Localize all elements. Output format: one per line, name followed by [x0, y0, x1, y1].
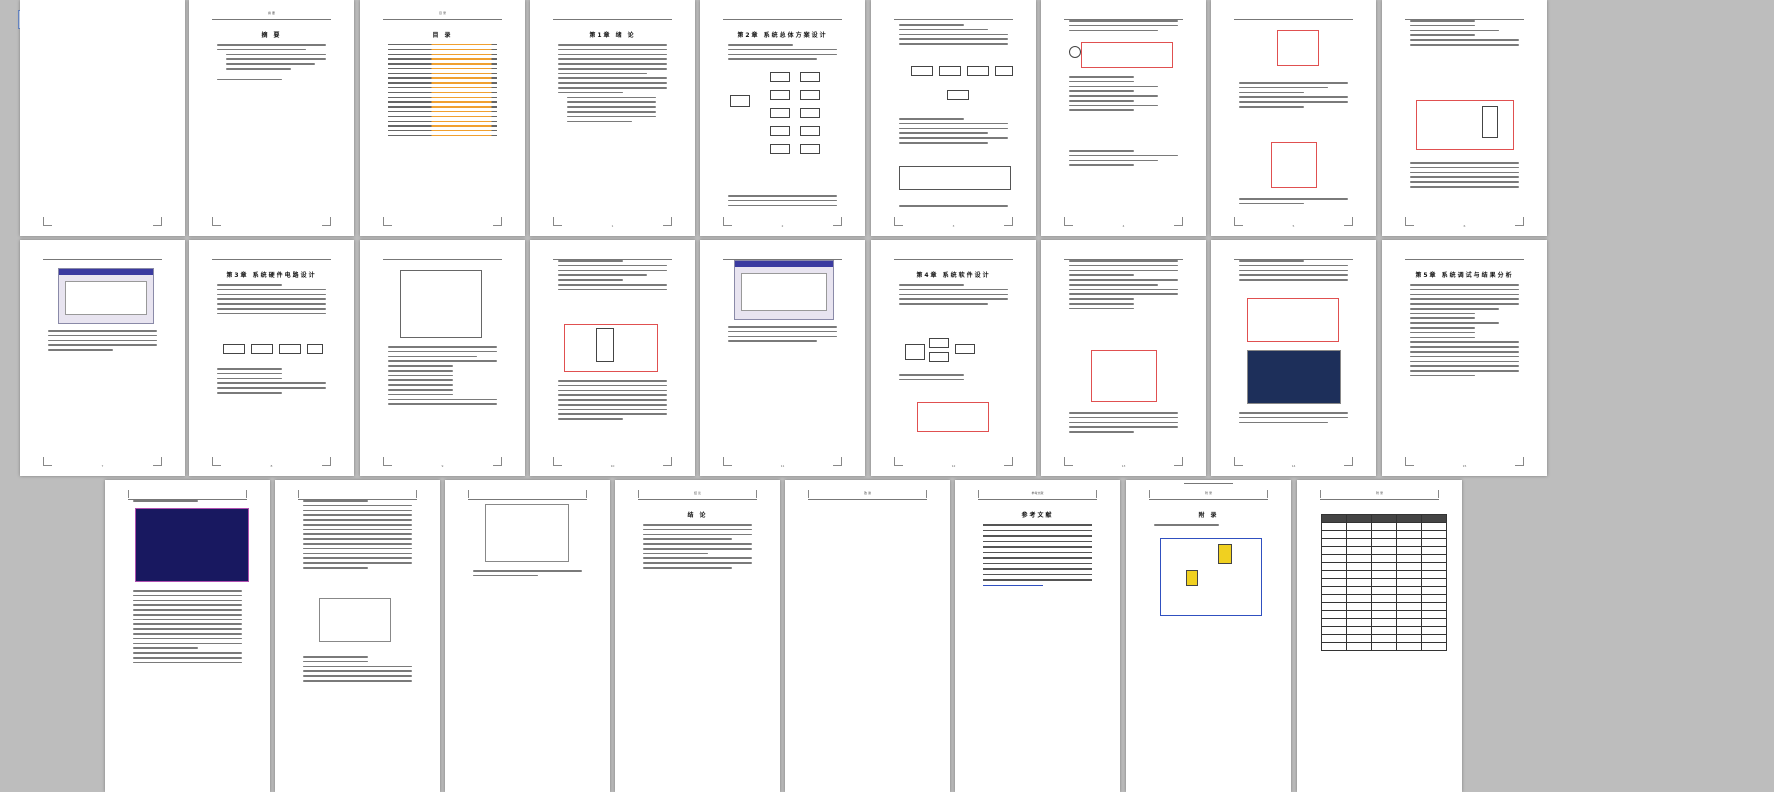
page-thumbnail[interactable]: [275, 480, 440, 792]
page-thumbnail[interactable]: 附 录 附 录: [1126, 480, 1291, 792]
page-thumbnail[interactable]: 结 论 结 论: [615, 480, 780, 792]
page-thumbnail[interactable]: [105, 480, 270, 792]
page-thumbnail[interactable]: 第5章 系统调试与结果分析 15: [1382, 240, 1547, 476]
page-header: 目 录: [439, 11, 446, 15]
page-thumbnail[interactable]: [20, 0, 185, 236]
page-thumbnail[interactable]: 4: [1041, 0, 1206, 236]
page-thumbnail[interactable]: 11: [700, 240, 865, 476]
page-header-rule: [212, 15, 331, 20]
page-thumbnail[interactable]: 摘 要 摘 要: [189, 0, 354, 236]
page-thumbnail[interactable]: 3: [871, 0, 1036, 236]
page-title: 第1章 绪 论: [589, 32, 636, 39]
page-thumbnail[interactable]: 7: [20, 240, 185, 476]
page-body: [217, 44, 326, 83]
page-title: 第3章 系统硬件电路设计: [226, 272, 317, 279]
page-thumbnail[interactable]: 6: [1382, 0, 1547, 236]
page-thumbnail[interactable]: 致 谢: [785, 480, 950, 792]
page-thumbnail[interactable]: 10: [530, 240, 695, 476]
page-title: 结 论: [687, 512, 708, 519]
page-thumbnail[interactable]: 参考文献 参考文献: [955, 480, 1120, 792]
page-thumbnail[interactable]: 附 录: [1297, 480, 1462, 792]
page-header: 摘 要: [268, 11, 275, 15]
page-thumbnail[interactable]: 9: [360, 240, 525, 476]
data-table: [1321, 514, 1447, 651]
oscilloscope-screen: [1247, 350, 1341, 404]
page-title: 第5章 系统调试与结果分析: [1415, 272, 1514, 279]
page-body: [558, 44, 667, 125]
page-thumbnail[interactable]: 第4章 系统软件设计 12: [871, 240, 1036, 476]
page-title: 目 录: [432, 32, 453, 39]
page-thumbnail[interactable]: 13: [1041, 240, 1206, 476]
page-thumbnail[interactable]: 目 录 目 录: [360, 0, 525, 236]
waveform-window: [58, 268, 154, 324]
pcb-layout-image: [135, 508, 249, 582]
reference-list: [983, 524, 1092, 590]
waveform-window: [734, 260, 834, 320]
page-title: 摘 要: [261, 32, 282, 39]
page-thumbnail[interactable]: 第2章 系统总体方案设计 2: [700, 0, 865, 236]
page-thumbnail[interactable]: 第1章 绪 论 1: [530, 0, 695, 236]
page-thumbnail[interactable]: 14: [1211, 240, 1376, 476]
page-title: 参考文献: [1021, 512, 1054, 519]
page-thumbnail[interactable]: 第3章 系统硬件电路设计 8: [189, 240, 354, 476]
page-title: 附 录: [1198, 512, 1219, 519]
table-of-contents: [388, 44, 497, 140]
page-title: 第4章 系统软件设计: [916, 272, 991, 279]
page-thumbnail[interactable]: 5: [1211, 0, 1376, 236]
page-thumbnail[interactable]: [445, 480, 610, 792]
page-title: 第2章 系统总体方案设计: [737, 32, 828, 39]
